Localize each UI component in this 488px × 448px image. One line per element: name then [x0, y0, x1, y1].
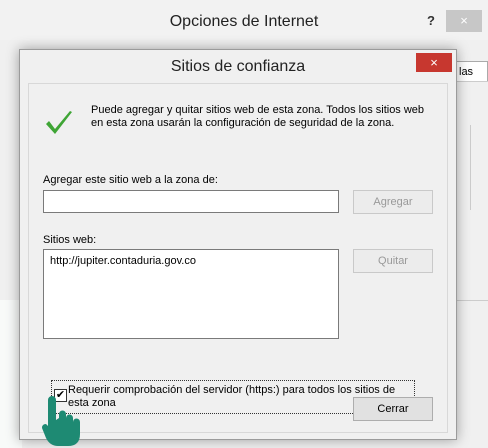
- internet-options-title: Opciones de Internet: [169, 13, 319, 30]
- websites-label: Sitios web:: [43, 234, 97, 246]
- add-button[interactable]: Agregar: [353, 190, 433, 214]
- list-item[interactable]: http://jupiter.contaduria.gov.co: [50, 255, 196, 267]
- add-site-input[interactable]: [43, 190, 339, 213]
- close-button[interactable]: Cerrar: [353, 397, 433, 421]
- internet-options-close-button[interactable]: ×: [446, 10, 482, 32]
- tab-divider: [455, 81, 488, 82]
- hand-pointer-icon: [42, 396, 80, 446]
- internet-options-tab-partial[interactable]: las: [455, 61, 488, 81]
- panel-edge: [470, 125, 471, 210]
- add-site-label: Agregar este sitio web a la zona de:: [43, 174, 218, 186]
- dialog-body: Puede agregar y quitar sitios web de est…: [28, 83, 448, 433]
- internet-options-titlebar: Opciones de Internet ? ×: [0, 0, 488, 40]
- remove-button[interactable]: Quitar: [353, 249, 433, 273]
- dialog-close-button[interactable]: ×: [416, 53, 452, 72]
- help-button[interactable]: ?: [416, 13, 446, 28]
- websites-list[interactable]: http://jupiter.contaduria.gov.co: [43, 249, 339, 339]
- intro-text: Puede agregar y quitar sitios web de est…: [91, 104, 425, 129]
- dialog-title: Sitios de confianza: [170, 58, 306, 75]
- green-check-icon: [46, 111, 72, 134]
- panel-edge-bottom: [455, 300, 488, 301]
- trusted-sites-dialog: Sitios de confianza × Puede agregar y qu…: [19, 49, 457, 440]
